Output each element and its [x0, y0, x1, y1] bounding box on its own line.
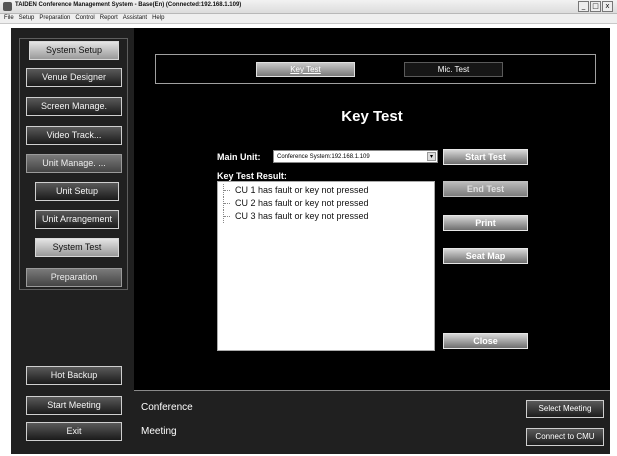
tree-connector-icon — [223, 197, 231, 210]
select-meeting-button[interactable]: Select Meeting — [526, 400, 604, 418]
system-test-button[interactable]: System Test — [35, 238, 119, 257]
unit-arrangement-button[interactable]: Unit Arrangement — [35, 210, 119, 229]
close-button[interactable]: Close — [443, 333, 528, 349]
venue-designer-button[interactable]: Venue Designer — [26, 68, 122, 87]
menu-file[interactable]: File — [4, 14, 14, 23]
main-unit-label: Main Unit: — [217, 152, 261, 162]
app-logo-icon — [3, 2, 12, 11]
result-text: CU 1 has fault or key not pressed — [235, 185, 369, 195]
app-window: System Setup Venue Designer Screen Manag… — [11, 28, 610, 454]
menu-bar: File Setup Preparation Control Report As… — [0, 14, 617, 24]
start-test-button[interactable]: Start Test — [443, 149, 528, 165]
close-window-button[interactable]: x — [602, 1, 613, 12]
result-text: CU 2 has fault or key not pressed — [235, 198, 369, 208]
video-track-button[interactable]: Video Track... — [26, 126, 122, 145]
menu-preparation[interactable]: Preparation — [39, 14, 70, 23]
tab-mic-test[interactable]: Mic. Test — [404, 62, 503, 77]
system-setup-button[interactable]: System Setup — [29, 41, 119, 60]
preparation-button[interactable]: Preparation — [26, 268, 122, 287]
window-controls: _ □ x — [578, 1, 613, 12]
list-item[interactable]: CU 3 has fault or key not pressed — [223, 210, 434, 223]
test-tab-bar: Key Test Mic. Test — [155, 54, 596, 84]
main-unit-select[interactable]: Conference System:192.168.1.109 ▾ — [273, 150, 438, 163]
unit-setup-button[interactable]: Unit Setup — [35, 182, 119, 201]
connect-to-cmu-button[interactable]: Connect to CMU — [526, 428, 604, 446]
key-test-result-list[interactable]: CU 1 has fault or key not pressed CU 2 h… — [217, 181, 435, 351]
unit-manage-button[interactable]: Unit Manage. ... — [26, 154, 122, 173]
minimize-button[interactable]: _ — [578, 1, 589, 12]
end-test-button[interactable]: End Test — [443, 181, 528, 197]
sidebar: System Setup Venue Designer Screen Manag… — [11, 28, 134, 454]
menu-report[interactable]: Report — [100, 14, 118, 23]
list-item[interactable]: CU 2 has fault or key not pressed — [223, 197, 434, 210]
screen-manage-button[interactable]: Screen Manage. — [26, 97, 122, 116]
result-text: CU 3 has fault or key not pressed — [235, 211, 369, 221]
exit-button[interactable]: Exit — [26, 422, 122, 441]
key-test-result-label: Key Test Result: — [217, 171, 287, 181]
list-item[interactable]: CU 1 has fault or key not pressed — [223, 184, 434, 197]
dropdown-arrow-icon[interactable]: ▾ — [427, 152, 436, 161]
menu-assistant[interactable]: Assistant — [123, 14, 147, 23]
conference-label: Conference — [141, 402, 193, 413]
hot-backup-button[interactable]: Hot Backup — [26, 366, 122, 385]
meeting-label: Meeting — [141, 426, 177, 437]
tab-key-test[interactable]: Key Test — [256, 62, 355, 77]
menu-help[interactable]: Help — [152, 14, 164, 23]
maximize-button[interactable]: □ — [590, 1, 601, 12]
tree-connector-icon — [223, 184, 231, 197]
menu-setup[interactable]: Setup — [19, 14, 35, 23]
main-panel: Key Test Mic. Test Key Test Main Unit: C… — [134, 28, 610, 390]
window-title: TAIDEN Conference Management System - Ba… — [15, 2, 242, 8]
print-button[interactable]: Print — [443, 215, 528, 231]
menu-control[interactable]: Control — [75, 14, 94, 23]
main-unit-value: Conference System:192.168.1.109 — [277, 154, 370, 160]
page-title: Key Test — [341, 108, 403, 125]
title-bar: TAIDEN Conference Management System - Ba… — [0, 0, 617, 14]
start-meeting-button[interactable]: Start Meeting — [26, 396, 122, 415]
seat-map-button[interactable]: Seat Map — [443, 248, 528, 264]
tree-connector-icon — [223, 210, 231, 223]
status-panel: Conference Meeting Select Meeting Connec… — [134, 390, 610, 454]
